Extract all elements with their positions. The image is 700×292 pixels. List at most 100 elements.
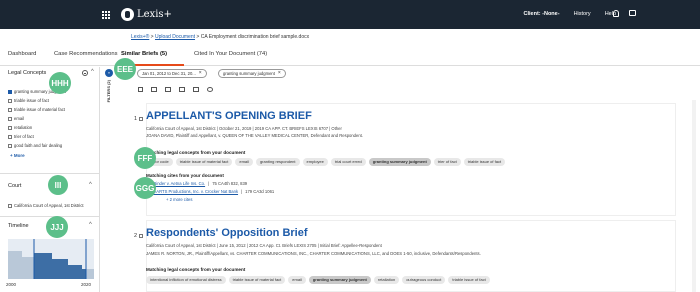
concept-filter-item[interactable]: trier of fact [8, 134, 34, 139]
concept-chip[interactable]: trial court erred [330, 158, 366, 166]
client-selector[interactable]: Client: -None- [524, 11, 560, 17]
result-title[interactable]: Respondents' Opposition Brief [146, 227, 308, 239]
checkbox[interactable] [8, 143, 12, 148]
concept-chips: labor code triable issue of material fact… [146, 158, 506, 166]
chevron-up-icon[interactable]: ^ [89, 182, 92, 188]
nav-history[interactable]: History [574, 11, 591, 17]
result-checkbox[interactable] [139, 117, 143, 121]
timeline-histogram[interactable] [8, 239, 94, 279]
breadcrumb: Lexis+® > Upload Document > CA Employmen… [131, 34, 309, 40]
download-icon[interactable] [193, 87, 199, 92]
concept-chip[interactable]: retaliation [373, 276, 400, 284]
concept-chip[interactable]: granting summary judgment [368, 158, 431, 166]
remove-filter-icon[interactable]: × [278, 70, 281, 77]
concept-chip[interactable]: triable issue of fact [448, 276, 490, 284]
concept-chip[interactable]: granting summary judgment [308, 276, 371, 284]
tab-cited-in-document[interactable]: Cited In Your Document (74) [194, 51, 267, 57]
results-toolbar [138, 87, 213, 92]
annotation-badge: EEE [114, 58, 136, 80]
cite-link[interactable]: AARTS Productions, Inc. v. Crocker Nat B… [153, 189, 238, 194]
print-icon[interactable] [165, 87, 171, 92]
result-title[interactable]: APPELLANT'S OPENING BRIEF [146, 110, 312, 122]
breadcrumb-separator: > [150, 34, 154, 40]
checkbox[interactable] [8, 107, 12, 112]
chevron-up-icon[interactable]: ^ [91, 69, 94, 75]
apps-grid-icon[interactable] [102, 11, 110, 19]
concept-filter-item[interactable]: good faith and fair dealing [8, 143, 62, 148]
checkbox[interactable] [8, 134, 12, 139]
result-meta: California Court of Appeal, 1st District… [146, 126, 342, 131]
breadcrumb-root[interactable]: Lexis+® [131, 34, 149, 40]
checkbox[interactable] [8, 116, 12, 121]
concept-filter-item[interactable]: retaliation [8, 125, 32, 130]
concept-chip[interactable]: granting respondent [255, 158, 300, 166]
remove-filter-icon[interactable]: × [199, 70, 202, 77]
result-number: 2 [134, 233, 138, 239]
concept-filter-item[interactable]: triable issue of material fact [8, 107, 65, 112]
concept-chip[interactable]: trier of fact [433, 158, 461, 166]
concept-label: triable issue of fact [14, 98, 49, 103]
chevron-up-icon[interactable]: ^ [89, 222, 92, 228]
concept-label: triable issue of material fact [14, 107, 65, 112]
court-label: California Court of Appeal, 1st District [14, 203, 84, 208]
divider [0, 173, 100, 174]
logo[interactable]: Lexis+ [121, 7, 172, 22]
concept-chip[interactable]: email [235, 158, 253, 166]
notifications-icon[interactable] [613, 10, 619, 17]
result-checkbox[interactable] [139, 234, 143, 238]
cite-separator: | [241, 188, 243, 194]
checkbox[interactable] [8, 203, 12, 208]
annotation-badge: HHH [49, 72, 71, 94]
email-icon[interactable] [179, 87, 185, 92]
more-concepts-link[interactable]: + More [10, 153, 25, 158]
cite-link[interactable]: Binder v. Aetna Life Ins. Co. [153, 181, 205, 186]
top-nav: Client: -None- History Help [524, 11, 617, 17]
tab-bar: Dashboard Case Recommendations Similar B… [0, 48, 700, 66]
concept-chip[interactable]: employee [302, 158, 328, 166]
court-filter-item[interactable]: California Court of Appeal, 1st District [8, 203, 84, 208]
cites-label: Matching cites from your document [146, 173, 224, 178]
concept-chip[interactable]: triable issue of material fact [175, 158, 233, 166]
concept-filter-item[interactable]: triable issue of fact [8, 98, 49, 103]
filter-pill-label: granting summary judgment [223, 71, 275, 76]
checkbox[interactable] [8, 125, 12, 130]
concept-chip[interactable]: triable issue of fact [463, 158, 506, 166]
breadcrumb-upload[interactable]: Upload Document [155, 34, 195, 40]
concept-chip[interactable]: intentional infliction of emotional dist… [146, 276, 226, 284]
more-cites-link[interactable]: + 2 more cites [166, 197, 192, 202]
result-meta: California Court of Appeal, 1st District… [146, 243, 382, 248]
collapse-legal-concepts-icon[interactable] [82, 70, 88, 76]
concept-chip[interactable]: email [288, 276, 306, 284]
annotation-badge: FFF [134, 147, 156, 169]
tab-dashboard[interactable]: Dashboard [8, 51, 36, 57]
concept-label: good faith and fair dealing [14, 143, 63, 148]
cite-ref: 179 CA3d 1061 [245, 188, 275, 194]
logo-text: Lexis+ [137, 9, 172, 20]
filter-pill-concept[interactable]: granting summary judgment × [218, 69, 286, 78]
tab-case-recommendations[interactable]: Case Recommendations [54, 51, 117, 57]
checkbox[interactable] [8, 98, 12, 103]
annotation-badge: JJJ [46, 216, 68, 238]
select-all-checkbox[interactable] [138, 87, 143, 92]
cite-row: ★ Binder v. Aetna Life Ins. Co. | 75 CA4… [146, 180, 247, 186]
concept-filter-item[interactable]: email [8, 116, 24, 121]
folder-icon[interactable] [151, 87, 157, 92]
alert-icon[interactable] [207, 87, 213, 92]
concept-label: email [14, 116, 25, 121]
annotation-badge: GGG [134, 177, 156, 199]
result-number: 1 [134, 116, 138, 122]
filter-pill-date[interactable]: Jan 01, 2012 to Dec 31, 20... × [137, 69, 207, 78]
concept-chip[interactable]: outrageous conduct [402, 276, 446, 284]
concepts-label: Matching legal concepts from your docume… [146, 150, 246, 155]
checkbox-checked[interactable] [8, 89, 12, 94]
top-icons [613, 10, 636, 17]
scrollbar[interactable] [692, 100, 696, 292]
court-title: Court [8, 183, 22, 189]
collapse-filters-button[interactable]: « [105, 69, 113, 77]
breadcrumb-separator: > [196, 34, 200, 40]
concept-label: retaliation [14, 125, 33, 130]
tab-similar-briefs[interactable]: Similar Briefs (5) [121, 51, 167, 57]
top-bar: Lexis+ Client: -None- History Help [0, 0, 700, 29]
concept-chip[interactable]: triable issue of material fact [228, 276, 286, 284]
messages-icon[interactable] [629, 10, 636, 16]
